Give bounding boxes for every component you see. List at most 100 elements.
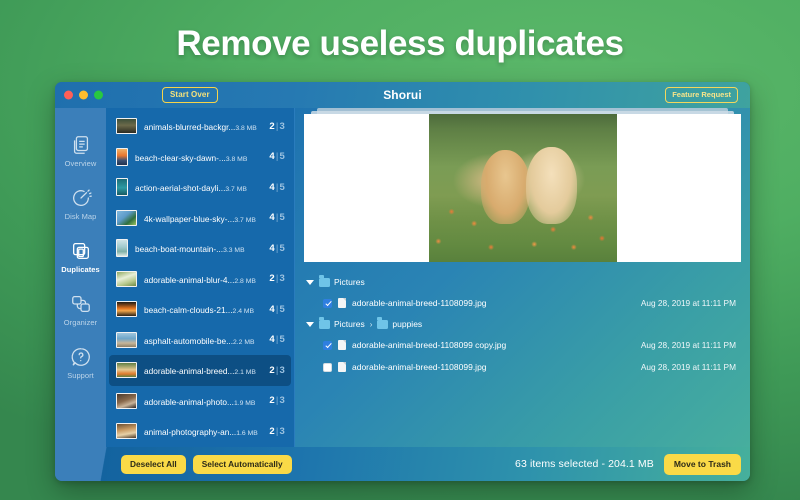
breadcrumb-segment: Pictures xyxy=(334,319,365,329)
duplicate-list-item[interactable]: adorable-animal-breed...2.1 MB 2|3 xyxy=(109,355,291,386)
duplicate-count-badge: 4|5 xyxy=(269,334,285,345)
sidebar-item-label: Organizer xyxy=(63,318,98,327)
document-icon xyxy=(338,298,346,308)
preview-card[interactable] xyxy=(304,114,741,262)
sidebar-item-duplicates[interactable]: Duplicates xyxy=(55,240,106,274)
selected-count: 2 xyxy=(269,273,275,285)
sidebar-item-label: Disk Map xyxy=(64,212,97,221)
duplicate-file-tree[interactable]: Pictures adorable-animal-breed-1108099.jp… xyxy=(295,266,750,447)
duplicate-file-name: animals-blurred-backgr... xyxy=(144,122,236,133)
document-icon xyxy=(338,362,346,372)
duplicate-list-item[interactable]: action-aerial-shot-dayli...3.7 MB 4|5 xyxy=(109,172,291,203)
duplicate-count-badge: 4|5 xyxy=(269,151,285,162)
folders-link-icon xyxy=(70,293,92,315)
duplicate-list-item[interactable]: asphalt-automobile-be...2.2 MB 4|5 xyxy=(109,325,291,356)
selected-count: 2 xyxy=(269,120,275,132)
image-preview-area xyxy=(295,108,750,266)
move-to-trash-button[interactable]: Move to Trash xyxy=(663,453,741,475)
pie-chart-icon xyxy=(70,187,92,209)
duplicate-list-item[interactable]: adorable-animal-photo...1.9 MB 2|3 xyxy=(109,386,291,417)
duplicates-list-panel: animals-blurred-backgr...3.8 MB 2|3 beach-… xyxy=(106,108,295,447)
duplicate-count-badge: 2|3 xyxy=(269,365,285,376)
duplicate-count-badge: 4|5 xyxy=(269,182,285,193)
chevron-down-icon[interactable] xyxy=(306,321,314,327)
duplicate-count-badge: 2|3 xyxy=(269,395,285,406)
duplicate-list-item[interactable]: 4k-wallpaper-blue-sky-...3.7 MB 4|5 xyxy=(109,203,291,234)
tree-group-header[interactable]: Pictures xyxy=(295,272,750,292)
count-separator: | xyxy=(275,425,279,437)
sidebar-item-label: Support xyxy=(67,371,94,380)
count-separator: | xyxy=(275,120,279,132)
duplicate-item-text: adorable-animal-photo...1.9 MB xyxy=(144,392,262,410)
duplicate-thumbnail xyxy=(116,209,137,226)
duplicate-list-item[interactable]: beach-clear-sky-dawn-...3.8 MB 4|5 xyxy=(109,142,291,173)
duplicate-file-size: 3.8 MB xyxy=(225,155,248,163)
app-window: Start Over Shorui Feature Request Overvi… xyxy=(55,82,750,481)
duplicate-file-size: 3.7 MB xyxy=(234,216,256,224)
count-separator: | xyxy=(275,242,279,254)
count-separator: | xyxy=(275,151,279,163)
total-count: 5 xyxy=(279,151,285,163)
duplicate-file-name: adorable-animal-photo... xyxy=(144,396,234,407)
duplicate-item-text: beach-boat-mountain-...3.3 MB xyxy=(135,239,262,257)
duplicate-file-size: 1.6 MB xyxy=(236,430,258,438)
duplicate-file-name: adorable-animal-breed... xyxy=(144,366,235,377)
selected-count: 4 xyxy=(269,212,275,224)
duplicate-list-item[interactable]: animal-photography-an...1.6 MB 2|3 xyxy=(109,416,291,447)
question-bubble-icon xyxy=(70,346,92,368)
tree-file-name: adorable-animal-breed-1108099 copy.jpg xyxy=(352,340,507,350)
count-separator: | xyxy=(275,181,279,193)
document-icon xyxy=(338,340,346,350)
file-checkbox[interactable] xyxy=(323,298,332,308)
file-checkbox[interactable] xyxy=(323,340,332,350)
folder-icon xyxy=(319,275,330,287)
duplicate-count-badge: 2|3 xyxy=(269,426,285,437)
count-separator: | xyxy=(275,395,279,407)
feature-request-button[interactable]: Feature Request xyxy=(665,87,738,103)
chevron-down-icon[interactable] xyxy=(306,279,314,285)
duplicate-file-size: 3.8 MB xyxy=(235,125,257,133)
select-automatically-button[interactable]: Select Automatically xyxy=(192,454,292,474)
sidebar-item-support[interactable]: Support xyxy=(55,346,106,380)
window-title: Shorui xyxy=(383,88,422,102)
breadcrumb-separator: › xyxy=(369,319,373,329)
deselect-all-button[interactable]: Deselect All xyxy=(121,454,186,474)
duplicate-list-item[interactable]: beach-boat-mountain-...3.3 MB 4|5 xyxy=(109,233,291,264)
count-separator: | xyxy=(275,212,279,224)
duplicate-thumbnail xyxy=(116,118,137,135)
tree-file-row[interactable]: adorable-animal-breed-1108099 copy.jpg Au… xyxy=(295,334,750,356)
duplicate-file-name: beach-clear-sky-dawn-... xyxy=(135,152,226,163)
sidebar-item-organizer[interactable]: Organizer xyxy=(55,293,106,327)
duplicate-list-item[interactable]: beach-calm-clouds-21...2.4 MB 4|5 xyxy=(109,294,291,325)
duplicate-thumbnail xyxy=(116,331,137,348)
duplicate-file-size: 3.3 MB xyxy=(223,247,245,255)
sidebar-item-overview[interactable]: Overview xyxy=(55,134,106,168)
sidebar-item-disk-map[interactable]: Disk Map xyxy=(55,187,106,221)
page-title: Remove useless duplicates xyxy=(176,24,624,63)
duplicate-count-badge: 2|3 xyxy=(269,273,285,284)
breadcrumb-segment: Pictures xyxy=(334,277,365,287)
duplicate-item-text: adorable-animal-blur-4...2.8 MB xyxy=(144,270,262,288)
duplicate-file-size: 2.4 MB xyxy=(232,308,255,316)
tree-file-date: Aug 28, 2019 at 11:11 PM xyxy=(640,298,736,308)
duplicate-thumbnail xyxy=(116,178,128,197)
duplicate-thumbnail xyxy=(116,239,128,258)
file-checkbox[interactable] xyxy=(323,362,332,372)
duplicate-item-text: action-aerial-shot-dayli...3.7 MB xyxy=(135,178,262,196)
duplicate-item-text: asphalt-automobile-be...2.2 MB xyxy=(144,331,262,349)
duplicate-list-item[interactable]: adorable-animal-blur-4...2.8 MB 2|3 xyxy=(109,264,291,295)
duplicate-item-text: animal-photography-an...1.6 MB xyxy=(144,422,262,440)
sidebar-item-label: Overview xyxy=(64,159,97,168)
duplicates-list[interactable]: animals-blurred-backgr...3.8 MB 2|3 beach-… xyxy=(106,108,294,447)
total-count: 3 xyxy=(279,425,285,437)
tree-file-row[interactable]: adorable-animal-breed-1108099.jpg Aug 28,… xyxy=(295,356,750,378)
duplicate-count-badge: 4|5 xyxy=(269,304,285,315)
duplicate-item-text: 4k-wallpaper-blue-sky-...3.7 MB xyxy=(144,209,262,227)
window-titlebar: Start Over Shorui Feature Request xyxy=(55,82,750,108)
tree-group-header[interactable]: Pictures › puppies xyxy=(295,314,750,334)
folder-icon xyxy=(377,317,389,329)
bottom-toolbar-right: 63 items selected - 204.1 MB Move to Tra… xyxy=(295,453,741,475)
tree-file-row[interactable]: adorable-animal-breed-1108099.jpg Aug 28,… xyxy=(295,292,750,314)
duplicate-list-item[interactable]: animals-blurred-backgr...3.8 MB 2|3 xyxy=(109,111,291,142)
duplicate-file-size: 1.9 MB xyxy=(233,399,256,407)
